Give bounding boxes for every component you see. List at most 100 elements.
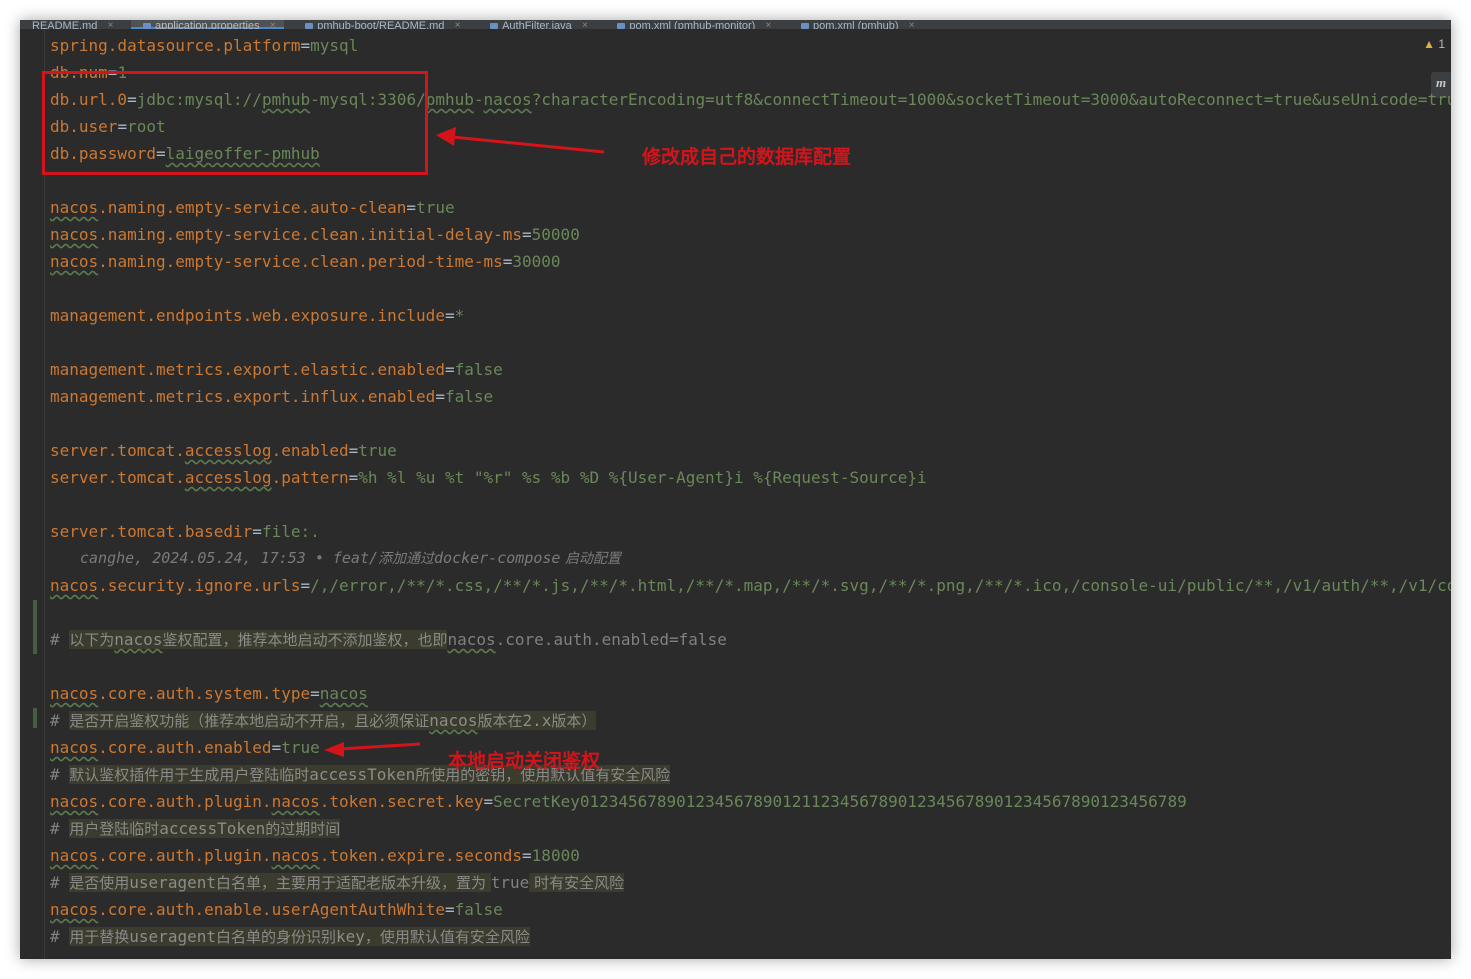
close-icon[interactable]: × (582, 20, 588, 29)
property-key: management.metrics.export.elastic.enable… (50, 360, 445, 379)
code-line: nacos.core.auth.plugin.nacos.token.secre… (50, 788, 1451, 815)
comment-text: 鉴权配置，推荐本地启动不添加鉴权，也即 (162, 631, 448, 649)
close-icon[interactable]: × (909, 20, 915, 29)
comment-text: 用户登陆临时 (69, 820, 160, 838)
comment-text: useragent (129, 873, 216, 892)
comment-line: # 默认鉴权插件用于生成用户登陆临时accessToken所使用的密钥，使用默认… (50, 761, 1451, 788)
code-line: management.endpoints.web.exposure.includ… (50, 302, 1451, 329)
key-part: .core.auth.plugin. (98, 792, 272, 811)
tab-label: pom.xml (pmhub-monitor) (629, 20, 756, 29)
comment-hash: # (50, 873, 70, 892)
code-line: server.tomcat.accesslog.pattern=%h %l %u… (50, 464, 1451, 491)
key-part: accesslog (184, 468, 272, 487)
key-part: nacos (50, 900, 99, 919)
comment-text: 以下为 (69, 631, 115, 649)
key-part: accesslog (184, 441, 272, 460)
comment-hash: # (50, 819, 70, 838)
equals-sign: = (406, 198, 417, 217)
comment-text: nacos (447, 630, 496, 649)
key-part: nacos (50, 738, 99, 757)
maven-file-icon (617, 23, 626, 29)
key-part: .core.auth.enable.userAgentAuthWhite (98, 900, 445, 919)
key-part: nacos (50, 198, 99, 217)
property-value: false (454, 360, 503, 379)
equals-sign: = (483, 792, 494, 811)
key-part: nacos (50, 252, 99, 271)
tab-pom-pmhub[interactable]: pom.xml (pmhub) × (789, 20, 923, 29)
blame-author: canghe, 2024.05.24, 17:53 (80, 549, 306, 567)
equals-sign: = (435, 387, 445, 406)
key-part: nacos (50, 846, 99, 865)
key-part: .core.auth.plugin. (98, 846, 272, 865)
close-icon[interactable]: × (766, 20, 772, 29)
tab-label: AuthFilter.java (502, 20, 572, 29)
property-value: true (358, 441, 397, 460)
tab-pmhub-boot-readme[interactable]: pmhub-boot/README.md × (293, 20, 468, 29)
value-part: pmhub (425, 90, 474, 109)
vcs-change-marker (33, 708, 37, 728)
comment-line: # 用户登陆临时accessToken的过期时间 (50, 815, 1451, 842)
blame-separator: • (314, 549, 324, 567)
value-part: - (473, 90, 484, 109)
comment-line: # 用于替换useragent白名单的身份识别key，使用默认值有安全风险 (50, 923, 1451, 950)
comment-text: 白名单的身份识别 (215, 928, 336, 946)
equals-sign: = (444, 900, 455, 919)
equals-sign: = (252, 522, 262, 541)
comment-line: # 以下为nacos鉴权配置，推荐本地启动不添加鉴权，也即nacos.core.… (50, 626, 1451, 653)
comment-hash: # (50, 711, 70, 730)
equals-sign: = (444, 360, 455, 379)
db-config-highlight-box (42, 71, 428, 175)
comment-text: 版本） (551, 712, 597, 730)
property-value: false (444, 387, 494, 406)
key-part: .core.auth.enabled (98, 738, 272, 757)
tab-label: pmhub-boot/README.md (317, 20, 445, 29)
property-value: true (416, 198, 455, 217)
tab-application-properties[interactable]: application.properties × (131, 20, 284, 29)
comment-text: accessToken (309, 765, 416, 784)
close-icon[interactable]: × (455, 20, 461, 29)
key-part: nacos (50, 684, 99, 703)
comment-text: 是否开启鉴权功能（推荐本地启动不开启，且必须保证 (69, 712, 430, 730)
tab-label: application.properties (155, 20, 260, 29)
tab-readme[interactable]: README.md × (20, 20, 121, 29)
equals-sign: = (348, 468, 359, 487)
comment-text: 白名单，主要用于适配老版本升级，置为 (215, 874, 491, 892)
maven-file-icon (800, 23, 809, 29)
key-part: nacos (50, 225, 99, 244)
key-part: .naming.empty-service.auto-clean (98, 198, 407, 217)
editor-tab-bar: README.md × application.properties × pmhub… (20, 20, 1451, 29)
code-line: management.metrics.export.elastic.enable… (50, 356, 1451, 383)
tab-authfilter-java[interactable]: AuthFilter.java × (478, 20, 596, 29)
comment-hash: # (50, 927, 70, 946)
equals-sign: = (502, 252, 513, 271)
db-config-annotation: 修改成自己的数据库配置 (642, 146, 852, 168)
key-part: .pattern (271, 468, 349, 487)
property-value: /,/error,/**/*.css,/**/*.js,/**/*.html,/… (310, 576, 1451, 595)
blame-message: docker-compose (434, 549, 561, 567)
properties-file-icon (143, 23, 152, 29)
code-line: nacos.naming.empty-service.auto-clean=tr… (50, 194, 1451, 221)
key-part: .core.auth.system.type (98, 684, 311, 703)
property-value: nacos (319, 684, 368, 703)
code-line: spring.datasource.platform=mysql (50, 32, 1451, 59)
comment-text: true (490, 873, 530, 892)
close-icon[interactable]: × (270, 20, 276, 29)
code-line: nacos.security.ignore.urls=/,/error,/**/… (50, 572, 1451, 599)
tab-pom-monitor[interactable]: pom.xml (pmhub-monitor) × (605, 20, 779, 29)
equals-sign: = (522, 225, 532, 244)
comment-hash: # (50, 630, 70, 649)
property-key: spring.datasource.platform (50, 36, 301, 55)
comment-text: 用于替换 (69, 928, 130, 946)
equals-sign: = (300, 576, 311, 595)
equals-sign: = (271, 738, 282, 757)
property-key: management.metrics.export.influx.enabled (50, 387, 436, 406)
java-file-icon (490, 23, 499, 29)
comment-line: # 是否使用useragent白名单，主要用于适配老版本升级，置为 true 时… (50, 869, 1451, 896)
key-part: .token.secret.key (319, 792, 484, 811)
close-icon[interactable]: × (108, 20, 114, 29)
git-blame-annotation[interactable]: canghe, 2024.05.24, 17:53 • feat/添加通过doc… (50, 545, 1451, 572)
equals-sign: = (300, 36, 311, 55)
